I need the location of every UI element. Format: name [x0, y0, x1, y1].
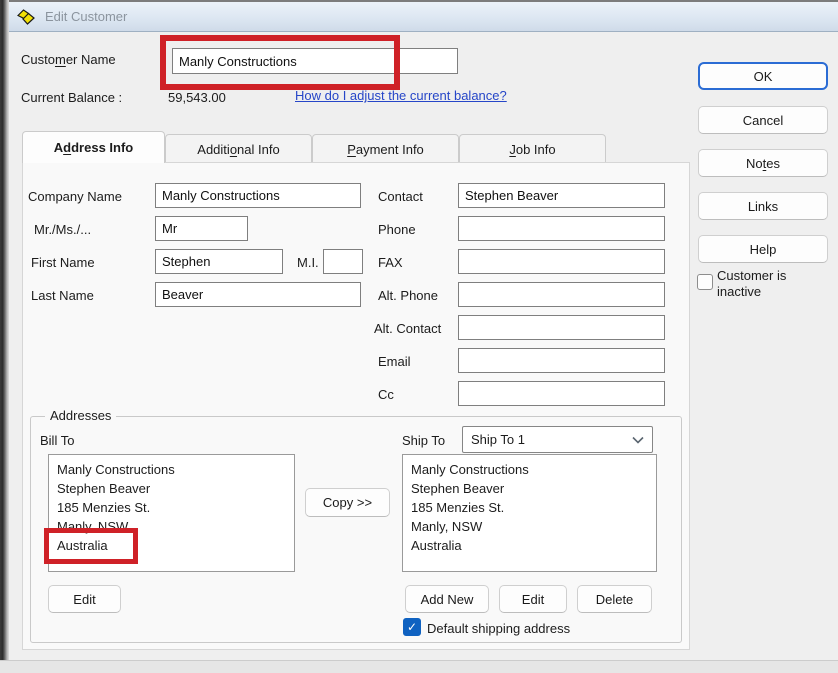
- edit-customer-dialog: Edit Customer Customer Name Current Bala…: [9, 0, 838, 660]
- links-button[interactable]: Links: [698, 192, 828, 220]
- ship-to-select[interactable]: Ship To 1: [462, 426, 653, 453]
- salutation-label: Mr./Ms./...: [34, 222, 92, 237]
- middle-initial-input[interactable]: [323, 249, 363, 274]
- label-mnemonic: d: [63, 140, 72, 155]
- add-new-address-button[interactable]: Add New: [405, 585, 489, 613]
- label-text: No: [746, 155, 763, 171]
- button-label: Notes: [746, 156, 780, 171]
- phone-label: Phone: [378, 222, 416, 237]
- address-line: Australia: [57, 538, 108, 553]
- label-text: es: [766, 155, 780, 171]
- first-name-input[interactable]: [155, 249, 283, 274]
- customer-inactive-checkbox[interactable]: [697, 274, 713, 290]
- copy-address-button[interactable]: Copy >>: [305, 488, 390, 517]
- tab-additional-info[interactable]: Additional Info: [165, 134, 312, 163]
- bill-to-address-box[interactable]: Manly Constructions Stephen Beaver 185 M…: [48, 454, 295, 572]
- default-shipping-label: Default shipping address: [427, 621, 571, 636]
- tab-label: Additional Info: [197, 142, 279, 157]
- check-icon: ✓: [406, 620, 418, 634]
- tab-label: Address Info: [54, 140, 133, 155]
- contact-input[interactable]: [458, 183, 665, 208]
- ship-to-label: Ship To: [402, 433, 446, 448]
- email-input[interactable]: [458, 348, 665, 373]
- alt-phone-label: Alt. Phone: [378, 288, 438, 303]
- company-name-input[interactable]: [155, 183, 361, 208]
- tab-label: Job Info: [509, 142, 555, 157]
- last-name-input[interactable]: [155, 282, 361, 307]
- fax-label: FAX: [378, 255, 403, 270]
- tab-address-info[interactable]: Address Info: [22, 131, 165, 163]
- current-balance-label: Current Balance :: [21, 90, 123, 105]
- ship-to-selected-value: Ship To 1: [471, 432, 525, 447]
- address-line: Stephen Beaver: [411, 481, 505, 496]
- last-name-label: Last Name: [31, 288, 94, 303]
- label-mnemonic: P: [347, 141, 356, 157]
- address-line: Stephen Beaver: [57, 481, 151, 496]
- current-balance-value: 59,543.00: [168, 90, 226, 105]
- delete-address-button[interactable]: Delete: [577, 585, 652, 613]
- cc-input[interactable]: [458, 381, 665, 406]
- middle-initial-label: M.I.: [297, 255, 319, 270]
- label-text: er Name: [65, 52, 116, 67]
- dialog-title: Edit Customer: [45, 9, 128, 24]
- addresses-group-label: Addresses: [45, 408, 117, 423]
- alt-phone-input[interactable]: [458, 282, 665, 307]
- label-text: nal Info: [237, 141, 280, 157]
- bill-to-edit-button[interactable]: Edit: [48, 585, 121, 613]
- company-name-label: Company Name: [28, 189, 122, 204]
- tab-payment-info[interactable]: Payment Info: [312, 134, 459, 163]
- address-line: Australia: [411, 538, 462, 553]
- phone-input[interactable]: [458, 216, 665, 241]
- label-text: Additi: [197, 141, 230, 157]
- cc-label: Cc: [378, 387, 394, 402]
- email-label: Email: [378, 354, 411, 369]
- label-text: Custo: [21, 52, 55, 67]
- address-line: Manly Constructions: [411, 462, 529, 477]
- dialog-titlebar[interactable]: Edit Customer: [9, 2, 838, 32]
- chevron-down-icon: [632, 436, 644, 444]
- salutation-input[interactable]: [155, 216, 248, 241]
- label-text: ayment Info: [355, 141, 424, 157]
- customer-inactive-label: Customer is inactive: [717, 268, 787, 299]
- help-button[interactable]: Help: [698, 235, 828, 263]
- bill-to-label: Bill To: [40, 433, 75, 448]
- adjust-balance-link[interactable]: How do I adjust the current balance?: [295, 88, 507, 103]
- label-text: dress Info: [71, 140, 134, 155]
- ship-to-edit-button[interactable]: Edit: [499, 585, 567, 613]
- default-shipping-checkbox[interactable]: ✓: [403, 618, 421, 636]
- address-line: Manly Constructions: [57, 462, 175, 477]
- background-strip: [0, 660, 838, 673]
- label-mnemonic: m: [54, 52, 66, 67]
- ok-button[interactable]: OK: [698, 62, 828, 90]
- address-line: 185 Menzies St.: [411, 500, 505, 515]
- customer-name-input[interactable]: [172, 48, 458, 74]
- notes-button[interactable]: Notes: [698, 149, 828, 177]
- screen: Edit Customer Customer Name Current Bala…: [0, 0, 838, 673]
- cancel-button[interactable]: Cancel: [698, 106, 828, 134]
- contact-label: Contact: [378, 189, 423, 204]
- address-line: 185 Menzies St.: [57, 500, 151, 515]
- tab-label: Payment Info: [347, 142, 424, 157]
- alt-contact-label: Alt. Contact: [374, 321, 442, 336]
- alt-contact-input[interactable]: [458, 315, 665, 340]
- label-text: ob Info: [515, 141, 556, 157]
- background-window-edge: [0, 0, 9, 673]
- customer-name-label: Customer Name: [21, 52, 116, 67]
- customer-handshake-icon: [17, 8, 36, 25]
- label-mnemonic: o: [229, 141, 238, 157]
- tab-job-info[interactable]: Job Info: [459, 134, 606, 163]
- label-text: A: [53, 140, 64, 155]
- ship-to-address-box[interactable]: Manly Constructions Stephen Beaver 185 M…: [402, 454, 657, 572]
- address-line: Manly, NSW: [57, 519, 129, 534]
- fax-input[interactable]: [458, 249, 665, 274]
- address-line: Manly, NSW: [411, 519, 483, 534]
- first-name-label: First Name: [31, 255, 95, 270]
